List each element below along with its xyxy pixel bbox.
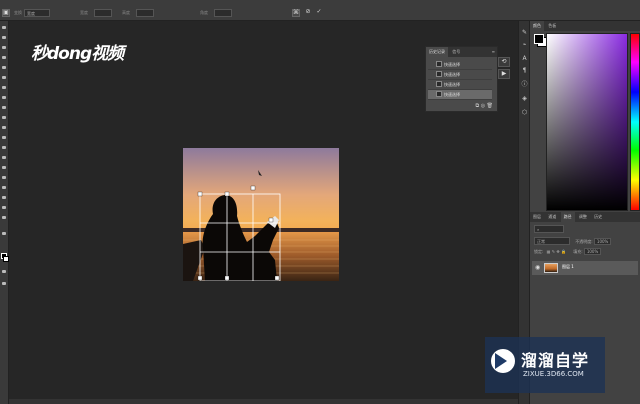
tab-color[interactable]: 颜色 (530, 21, 544, 31)
gradient-tool-icon[interactable] (1, 135, 7, 140)
zixue-url: ZIXUE.3D66.COM (523, 370, 584, 378)
canvas-image[interactable] (183, 148, 339, 281)
tab-swatches[interactable]: 色板 (545, 23, 559, 28)
eyedropper-tool-icon[interactable] (1, 75, 7, 80)
layer-thumbnail (544, 263, 558, 273)
paragraph-icon[interactable]: ¶ (521, 67, 528, 74)
lock-label: 锁定: (534, 249, 544, 254)
field3-input[interactable] (214, 9, 232, 17)
brush-settings-icon[interactable]: ✎ (521, 29, 528, 36)
field1-input[interactable] (94, 9, 112, 17)
field3-label: 角度 (200, 10, 208, 15)
brush-icon (436, 81, 442, 87)
brush-tool-icon[interactable] (1, 95, 7, 100)
move-tool-icon[interactable] (1, 25, 7, 30)
layer-filter-select[interactable]: ⌕ (534, 225, 564, 233)
tab-adjustments[interactable]: 调整 (576, 214, 590, 219)
shape-tool-icon[interactable] (1, 195, 7, 200)
sunset-photo (183, 148, 339, 281)
foreground-color[interactable] (534, 34, 544, 44)
panel-menu-icon[interactable]: ≡ (489, 47, 497, 57)
visibility-eye-icon[interactable]: ◉ (535, 264, 540, 271)
blend-mode-select[interactable]: 正常 (534, 237, 570, 245)
tab-channels[interactable]: 通道 (545, 214, 559, 219)
dodge-tool-icon[interactable] (1, 155, 7, 160)
healing-tool-icon[interactable] (1, 85, 7, 90)
play-icon (495, 353, 507, 369)
brush-icon[interactable]: ⌁ (521, 41, 528, 48)
eraser-tool-icon[interactable] (1, 125, 7, 130)
lock-row: 锁定: ▦ ✎ ✥ 🔒 填充: 100% (534, 248, 638, 256)
blur-tool-icon[interactable] (1, 145, 7, 150)
tab-history[interactable]: 历史 (591, 214, 605, 219)
history-item[interactable]: 快速选择 (428, 60, 492, 70)
history-brush-tool-icon[interactable] (1, 115, 7, 120)
zixue-title: 溜溜自学 (521, 351, 590, 370)
tab-history[interactable]: 历史记录 (426, 47, 448, 57)
history-panel-tabs: 历史记录 信号 ≡ (426, 47, 497, 57)
quick-select-tool-icon[interactable] (1, 55, 7, 60)
brush-icon (436, 61, 442, 67)
marquee-tool-icon[interactable] (1, 35, 7, 40)
tab-layers[interactable]: 图层 (530, 214, 544, 219)
brush-icon (436, 71, 442, 77)
pen-tool-icon[interactable] (1, 165, 7, 170)
commit-transform-icon[interactable]: ✓ (315, 9, 323, 17)
watermark-logo: 秒dong视频 (31, 44, 124, 64)
history-panel-icon[interactable]: ⟲ (498, 57, 510, 67)
options-bar: ▣ 变换 宽度 宽度 高度 角度 ⌘ ⊘ ✓ (0, 6, 640, 21)
more-tools-icon[interactable] (1, 231, 7, 236)
hue-slider[interactable] (630, 33, 640, 211)
status-bar (9, 399, 518, 404)
mode-label: 变换 (14, 10, 22, 15)
layer-filter-row[interactable]: ⌕ (534, 225, 574, 233)
layer-row[interactable]: ◉ 图层 1 (532, 261, 638, 275)
quick-mask-icon[interactable] (1, 269, 7, 274)
tools-panel (0, 21, 9, 404)
lock-icons[interactable]: ▦ ✎ ✥ 🔒 (547, 249, 566, 254)
opacity-label: 不透明度: (575, 239, 593, 244)
tab-paths[interactable]: 路径 (560, 212, 575, 222)
color-panel-tabs: 颜色 色板 (530, 21, 640, 31)
history-item-selected[interactable]: 快速选择 (428, 90, 492, 100)
lasso-tool-icon[interactable] (1, 45, 7, 50)
screen-mode-icon[interactable] (1, 281, 7, 286)
type-tool-icon[interactable] (1, 175, 7, 180)
color-field[interactable] (546, 33, 628, 211)
zoom-tool-icon[interactable] (1, 215, 7, 220)
hand-tool-icon[interactable] (1, 205, 7, 210)
document-area: 秒dong视频 历史记录 信号 ≡ 快速选择 快速选择 快速选择 快速选择 ⧉ … (9, 21, 518, 404)
actions-panel-icon[interactable]: ▶ (498, 69, 510, 79)
tool-preset-icon[interactable]: ▣ (2, 9, 10, 17)
field1-label: 宽度 (80, 10, 88, 15)
brush-icon (436, 91, 442, 97)
history-footer-icons[interactable]: ⧉ ◎ 🗑 (476, 103, 493, 109)
fill-input[interactable]: 100% (583, 248, 602, 255)
crop-tool-icon[interactable] (1, 65, 7, 70)
tab-signals[interactable]: 信号 (449, 49, 463, 54)
warp-icon[interactable]: ⌘ (292, 9, 300, 17)
properties-icon[interactable]: ◈ (521, 95, 528, 102)
layers-panel-tabs: 图层 通道 路径 调整 历史 (530, 212, 640, 222)
character-icon[interactable]: A (521, 55, 528, 62)
3d-icon[interactable]: ⬡ (521, 109, 528, 116)
field2-label: 高度 (122, 10, 130, 15)
path-select-tool-icon[interactable] (1, 185, 7, 190)
info-icon[interactable]: ⓘ (521, 81, 528, 88)
history-panel: 历史记录 信号 ≡ 快速选择 快速选择 快速选择 快速选择 ⧉ ◎ 🗑 (425, 46, 498, 112)
stamp-tool-icon[interactable] (1, 105, 7, 110)
history-item[interactable]: 快速选择 (428, 80, 492, 90)
mode-select[interactable]: 宽度 (24, 9, 50, 17)
cancel-transform-icon[interactable]: ⊘ (304, 9, 312, 17)
opacity-input[interactable]: 100% (593, 238, 612, 245)
blend-row: 正常 不透明度: 100% (534, 237, 638, 245)
field2-input[interactable] (136, 9, 154, 17)
zixue-watermark: 溜溜自学 ZIXUE.3D66.COM (485, 337, 605, 393)
layer-name[interactable]: 图层 1 (562, 264, 574, 270)
fill-label: 填充: (573, 249, 583, 254)
history-item[interactable]: 快速选择 (428, 70, 492, 80)
